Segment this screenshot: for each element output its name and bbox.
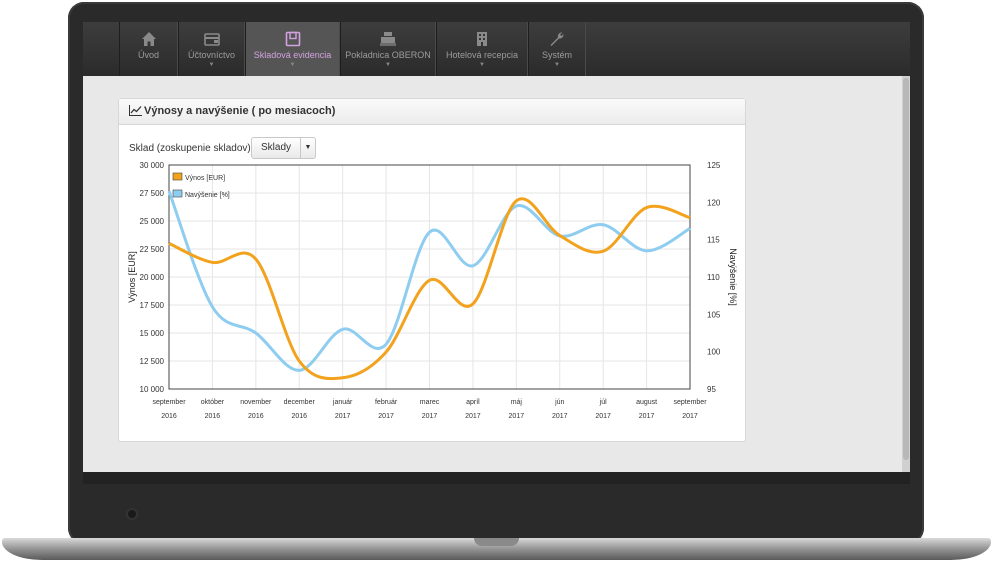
nav-label: Pokladnica OBERON [345, 50, 431, 60]
x-tick-label-year: 2017 [465, 413, 481, 420]
y-tick-label-right: 95 [707, 385, 716, 394]
y-axis-title-right: Navýšenie [%] [728, 248, 738, 306]
y-tick-label-left: 20 000 [140, 273, 165, 282]
revenue-markup-panel: Výnosy a navýšenie ( po mesiacoch) Sklad… [118, 98, 746, 442]
chevron-down-icon: ▼ [385, 62, 391, 68]
chevron-down-icon: ▼ [289, 62, 296, 68]
y-tick-label-left: 10 000 [140, 385, 165, 394]
x-tick-label-month: jún [554, 399, 564, 406]
laptop-notch [474, 538, 519, 546]
nav-label: Systém [541, 50, 572, 60]
y-tick-label-right: 115 [707, 236, 720, 245]
x-tick-label-year: 2017 [595, 413, 611, 420]
x-tick-label-year: 2017 [639, 413, 655, 420]
x-tick-label-month: február [375, 399, 398, 406]
x-tick-label-month: september [152, 399, 186, 406]
hotel-icon [477, 32, 487, 46]
nav-item-hotelova-recepcia[interactable]: Hotelová recepcia ▼ [436, 22, 528, 76]
x-tick-label-month: september [673, 399, 707, 406]
nav-label: Účtovníctvo [187, 50, 236, 60]
x-tick-label-year: 2016 [291, 413, 307, 420]
x-tick-label-month: marec [420, 399, 440, 406]
nav-label: Hotelová recepcia [445, 50, 519, 60]
cash-register-icon [380, 32, 396, 46]
y-tick-label-left: 30 000 [140, 161, 165, 170]
y-tick-label-left: 22 500 [140, 245, 165, 254]
revenue-markup-chart: 10 000 12 500 15 000 17 500 20 000 22 500 25 0… [127, 161, 738, 420]
warehouse-icon [285, 31, 300, 47]
screen-bottom-bar [83, 472, 910, 484]
nav-label: Skladová evidencia [253, 50, 332, 60]
y-tick-label-left: 25 000 [140, 217, 165, 226]
home-icon [141, 32, 156, 46]
chevron-down-icon: ▼ [554, 62, 560, 68]
top-navbar: Úvod Účtovníctvo ▼ Skladová evidencia ▼ … [83, 22, 910, 76]
nav-item-system[interactable]: Systém ▼ [528, 22, 586, 76]
y-tick-label-left: 27 500 [140, 189, 165, 198]
x-tick-label-month: apríl [466, 399, 480, 406]
x-tick-label-month: január [332, 399, 353, 406]
x-tick-label-year: 2017 [422, 413, 438, 420]
nav-item-uvod[interactable]: Úvod [119, 22, 178, 76]
nav-item-pokladnica-oberon[interactable]: Pokladnica OBERON ▼ [340, 22, 436, 76]
nav-item-skladova-evidencia[interactable]: Skladová evidencia ▼ [245, 22, 340, 76]
y-tick-label-right: 110 [707, 273, 720, 282]
x-tick-label-month: december [284, 399, 316, 406]
x-tick-label-month: august [636, 399, 657, 406]
legend-swatch [172, 189, 183, 198]
vertical-scrollbar[interactable] [902, 76, 910, 472]
y-tick-label-left: 17 500 [140, 301, 165, 310]
x-tick-label-month: október [201, 399, 225, 406]
camera-dot [128, 510, 136, 518]
y-tick-label-right: 100 [707, 348, 721, 357]
x-tick-label-month: november [240, 399, 272, 406]
scrollbar-thumb[interactable] [903, 78, 909, 460]
wrench-icon [550, 32, 564, 46]
x-tick-label-month: máj [511, 399, 523, 406]
chevron-down-icon: ▼ [479, 62, 485, 68]
legend-label: Výnos [EUR] [185, 175, 225, 182]
y-tick-label-right: 105 [707, 310, 721, 319]
x-tick-label-year: 2016 [248, 413, 264, 420]
x-tick-label-year: 2016 [161, 413, 177, 420]
legend-swatch [172, 172, 183, 181]
nav-item-uctovnictvo[interactable]: Účtovníctvo ▼ [178, 22, 245, 76]
x-tick-label-year: 2016 [205, 413, 221, 420]
x-tick-label-year: 2017 [509, 413, 525, 420]
chevron-down-icon: ▼ [208, 62, 215, 68]
y-tick-label-left: 12 500 [140, 357, 165, 366]
x-tick-label-month: júl [599, 399, 607, 406]
x-tick-label-year: 2017 [335, 413, 351, 420]
app-screen: Úvod Účtovníctvo ▼ Skladová evidencia ▼ … [83, 22, 910, 484]
legend-label: Navýšenie [%] [185, 192, 230, 199]
y-tick-label-right: 120 [707, 198, 721, 207]
y-axis-title-left: Výnos [EUR] [127, 251, 137, 303]
y-tick-label-left: 15 000 [140, 329, 165, 338]
x-tick-label-year: 2017 [552, 413, 568, 420]
x-tick-label-year: 2017 [378, 413, 394, 420]
nav-label: Úvod [137, 50, 159, 60]
x-tick-label-year: 2017 [682, 413, 698, 420]
wallet-icon [203, 33, 220, 46]
y-tick-label-right: 125 [707, 161, 721, 170]
